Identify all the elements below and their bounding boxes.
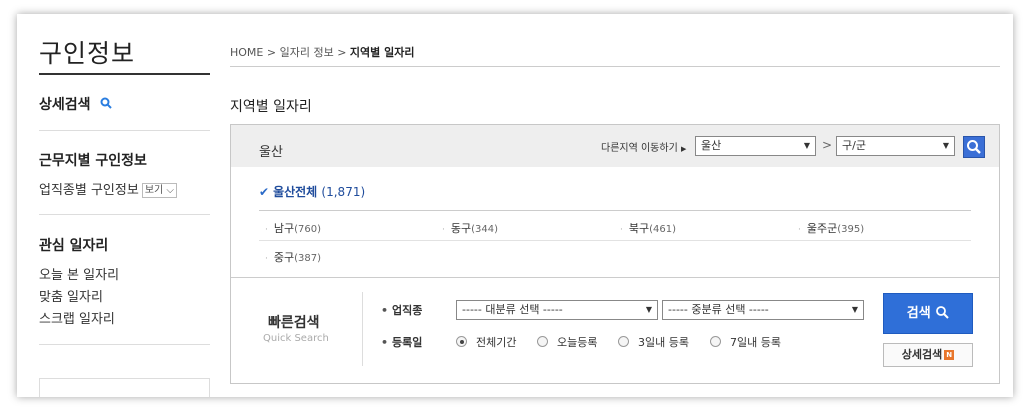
- district-item[interactable]: · 울주군(395): [798, 220, 864, 236]
- sidebar-divider: [39, 344, 210, 345]
- sidebar-item-by-job[interactable]: 업직종별 구인정보 보기 ⌵: [39, 179, 177, 198]
- region-select-value: 울산: [701, 139, 722, 152]
- district-name: 중구: [273, 251, 295, 264]
- district-name: 울주군: [806, 222, 838, 235]
- search-button[interactable]: 검색: [883, 293, 973, 334]
- page-frame: 구인정보 상세검색 근무지별 구인정보 업직종별 구인정보 보기 ⌵ 관심 일자리…: [17, 14, 1013, 397]
- bullet-icon: ·: [798, 225, 801, 235]
- region-search-button[interactable]: [963, 136, 985, 158]
- search-button-label: 검색: [906, 306, 931, 321]
- date-option-label: 오늘등록: [557, 336, 598, 349]
- caret-right-icon: ▶: [680, 145, 687, 153]
- view-select-label: 보기: [144, 185, 164, 196]
- major-category-select[interactable]: ----- 대분류 선택 ----- ▼: [456, 300, 658, 320]
- major-category-value: ----- 대분류 선택 -----: [462, 303, 563, 316]
- sidebar-item-by-job-label: 업직종별 구인정보: [39, 183, 139, 198]
- region-panel: 울산 다른지역 이동하기 ▶ 울산 ▼ > 구/군 ▼ ✔ 울산전체 (1,871…: [230, 124, 1000, 384]
- view-select[interactable]: 보기 ⌵: [141, 183, 177, 198]
- dropdown-arrow-icon: ▼: [645, 305, 652, 314]
- bullet-icon: ·: [265, 225, 268, 235]
- all-region-link[interactable]: ✔ 울산전체 (1,871): [259, 183, 365, 200]
- select-separator: >: [822, 138, 833, 152]
- radio-icon: [618, 336, 629, 347]
- dropdown-arrow-icon: ▼: [942, 141, 949, 150]
- district-item[interactable]: · 남구(760): [265, 220, 321, 236]
- date-option-label: 3일내 등록: [638, 336, 689, 349]
- breadcrumb: HOME > 일자리 정보 > 지역별 일자리: [230, 44, 414, 60]
- district-name: 동구: [450, 222, 472, 235]
- new-badge: N: [944, 350, 955, 360]
- all-region-label: 울산전체: [273, 185, 318, 199]
- bullet-icon: ·: [265, 254, 268, 264]
- breadcrumb-home[interactable]: HOME: [230, 46, 263, 59]
- district-item[interactable]: · 동구(344): [442, 220, 498, 236]
- interest-jobs-title: 관심 일자리: [39, 238, 109, 254]
- sidebar-item-scrap-jobs[interactable]: 스크랩 일자리: [39, 308, 115, 327]
- quick-search-subtitle: Quick Search: [263, 333, 329, 344]
- dropdown-arrow-icon: ▼: [803, 141, 810, 150]
- date-radio-today[interactable]: 오늘등록: [537, 334, 597, 350]
- district-count: (461): [649, 224, 677, 235]
- detail-search-label: 상세검색: [39, 97, 91, 113]
- bullet-icon: ·: [620, 225, 623, 235]
- district-item[interactable]: · 북구(461): [620, 220, 676, 236]
- breadcrumb-sep: >: [266, 46, 277, 59]
- search-icon: [936, 306, 949, 319]
- search-icon: [967, 140, 981, 154]
- reg-date-label: • 등록일: [381, 336, 423, 349]
- dropdown-arrow-icon: ▼: [851, 305, 858, 314]
- district-name: 남구: [273, 222, 295, 235]
- quick-search: 빠른검색 Quick Search • 업직종 ----- 대분류 선택 ----…: [231, 277, 999, 383]
- district-count: (344): [471, 224, 499, 235]
- minor-category-value: ----- 중분류 선택 -----: [668, 303, 769, 316]
- radio-icon: [710, 336, 721, 347]
- radio-selected-icon: [456, 336, 467, 347]
- date-radio-all[interactable]: 전체기간: [456, 334, 516, 350]
- chevron-down-icon: ⌵: [163, 185, 174, 196]
- minor-category-select[interactable]: ----- 중분류 선택 ----- ▼: [662, 300, 864, 320]
- detail-search-button[interactable]: 상세검색 N: [883, 343, 973, 367]
- bullet-icon: ·: [442, 225, 445, 235]
- divider: [362, 292, 363, 366]
- region-panel-header: 울산 다른지역 이동하기 ▶ 울산 ▼ > 구/군 ▼: [231, 125, 999, 167]
- district-item[interactable]: · 중구(387): [265, 249, 321, 265]
- all-region-count: (1,871): [321, 185, 366, 199]
- district-count: (387): [294, 253, 322, 264]
- quick-search-title: 빠른검색: [268, 315, 320, 331]
- current-region: 울산: [259, 145, 283, 160]
- breadcrumb-current: 지역별 일자리: [349, 46, 415, 59]
- district-count: (760): [294, 224, 322, 235]
- divider: [259, 240, 971, 241]
- region-select[interactable]: 울산 ▼: [695, 136, 816, 156]
- sidebar-item-by-location[interactable]: 근무지별 구인정보: [39, 150, 147, 170]
- date-radio-7days[interactable]: 7일내 등록: [710, 334, 781, 350]
- sidebar-divider: [39, 214, 210, 215]
- job-type-label: • 업직종: [381, 304, 423, 317]
- district-name: 북구: [628, 222, 650, 235]
- search-icon: [100, 97, 113, 113]
- radio-icon: [537, 336, 548, 347]
- district-count: (395): [837, 224, 865, 235]
- breadcrumb-level1[interactable]: 일자리 정보: [280, 46, 334, 59]
- date-option-label: 전체기간: [476, 336, 517, 349]
- date-radio-3days[interactable]: 3일내 등록: [618, 334, 689, 350]
- sidebar-divider: [39, 130, 210, 131]
- breadcrumb-divider: [230, 66, 1000, 67]
- divider: [259, 210, 971, 211]
- check-icon: ✔: [259, 185, 270, 199]
- breadcrumb-sep: >: [337, 46, 347, 59]
- sidebar-item-custom-jobs[interactable]: 맞춤 일자리: [39, 286, 103, 305]
- district-select[interactable]: 구/군 ▼: [836, 136, 955, 156]
- page-title: 지역별 일자리: [230, 99, 312, 115]
- detail-search-button-label: 상세검색: [901, 348, 943, 361]
- sidebar-banner-box: [39, 378, 210, 397]
- move-region-label: 다른지역 이동하기 ▶: [601, 143, 687, 154]
- detail-search-link[interactable]: 상세검색: [39, 94, 113, 114]
- district-select-value: 구/군: [842, 139, 866, 152]
- sidebar-item-today-viewed[interactable]: 오늘 본 일자리: [39, 264, 119, 283]
- date-option-label: 7일내 등록: [730, 336, 781, 349]
- sidebar: 구인정보 상세검색 근무지별 구인정보 업직종별 구인정보 보기 ⌵ 관심 일자리…: [39, 14, 210, 397]
- sidebar-title: 구인정보: [39, 34, 210, 75]
